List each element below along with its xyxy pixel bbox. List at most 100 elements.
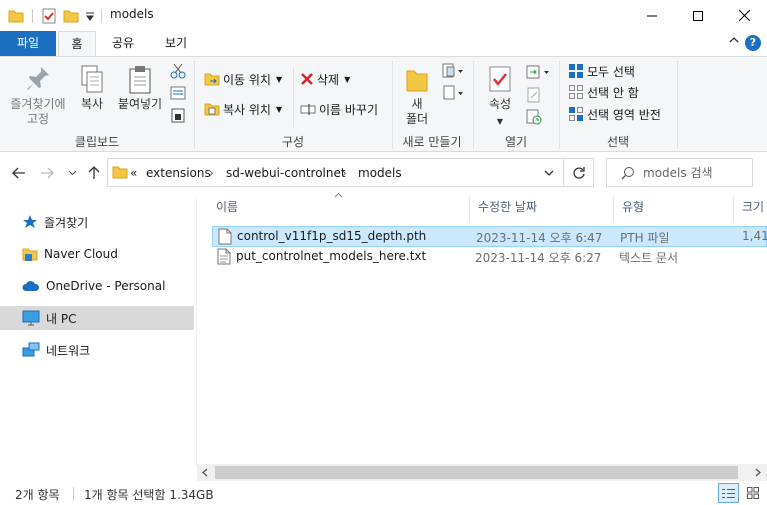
new-folder-icon <box>400 65 434 97</box>
tab-file[interactable]: 파일 <box>0 31 56 56</box>
rename-button[interactable]: 이름 바꾸기 <box>300 99 378 119</box>
large-icons-view-icon <box>746 487 759 499</box>
group-label-clipboard: 클립보드 <box>74 135 120 149</box>
file-row[interactable]: control_v11f1p_sd15_depth.pth 2023-11-14… <box>212 226 767 247</box>
easy-access-icon[interactable] <box>442 85 464 101</box>
select-none-button[interactable]: 선택 안 함 <box>568 82 639 102</box>
pane-splitter[interactable] <box>196 196 197 466</box>
tab-share[interactable]: 공유 <box>104 31 142 56</box>
column-header-size[interactable]: 크기 <box>734 196 767 222</box>
dropdown-arrow-icon: ▼ <box>275 74 283 84</box>
breadcrumb-overflow[interactable]: « <box>130 166 137 180</box>
copy-to-icon <box>204 102 220 116</box>
properties-button[interactable]: 속성 ▼ <box>482 65 518 129</box>
breadcrumb-sd-webui-controlnet[interactable]: sd-webui-controlnet <box>226 166 346 180</box>
file-list: 이름 수정한 날짜 유형 크기 control_v11f1p_sd15_dept… <box>204 190 767 466</box>
pin-to-quick-access-button[interactable]: 즐겨찾기에 고정 <box>6 65 70 127</box>
paste-shortcut-icon[interactable] <box>170 107 186 123</box>
search-input[interactable] <box>643 165 743 180</box>
copy-path-icon[interactable] <box>170 86 186 100</box>
collapse-ribbon-icon[interactable] <box>729 36 739 44</box>
details-view-icon <box>722 488 735 499</box>
breadcrumb-extensions[interactable]: extensions <box>146 166 211 180</box>
move-to-icon <box>204 72 220 86</box>
scroll-left-icon[interactable] <box>202 468 208 477</box>
nav-item-quick-access[interactable]: 즐겨찾기 <box>0 210 194 234</box>
paste-icon <box>114 65 166 97</box>
details-view-button[interactable] <box>718 483 739 503</box>
tab-home[interactable]: 홈 <box>58 31 96 57</box>
back-button[interactable] <box>10 164 28 182</box>
file-name: put_controlnet_models_here.txt <box>236 249 427 263</box>
item-count: 2개 항목 <box>15 488 60 502</box>
window-title: models <box>110 7 154 21</box>
breadcrumb-separator-icon[interactable]: › <box>209 166 214 180</box>
search-box[interactable] <box>606 158 753 187</box>
folder-icon <box>112 165 128 179</box>
maximize-button[interactable] <box>675 0 721 31</box>
large-icons-view-button[interactable] <box>742 483 763 503</box>
status-divider <box>73 487 74 500</box>
new-folder-icon[interactable] <box>63 9 79 23</box>
open-icon[interactable] <box>526 65 550 79</box>
nav-item-this-pc[interactable]: 내 PC <box>0 306 194 330</box>
rename-icon <box>300 102 316 116</box>
minimize-button[interactable] <box>629 0 675 31</box>
group-label-new: 새로 만들기 <box>402 135 462 149</box>
breadcrumb-separator-icon[interactable]: › <box>342 166 347 180</box>
new-folder-button[interactable]: 새 폴더 <box>400 65 434 127</box>
close-button[interactable] <box>721 0 767 31</box>
breadcrumb-models[interactable]: models <box>358 166 402 180</box>
ribbon-separator <box>293 67 294 127</box>
cut-icon[interactable] <box>170 63 186 79</box>
invert-selection-button[interactable]: 선택 영역 반전 <box>568 104 661 124</box>
dropdown-arrow-icon: ▼ <box>344 74 351 84</box>
navigation-pane: 즐겨찾기 Naver Cloud OneDrive - Personal 내 P… <box>0 196 196 466</box>
address-bar[interactable]: « extensions › sd-webui-controlnet › mod… <box>107 158 564 187</box>
search-icon <box>621 166 635 180</box>
copy-to-button[interactable]: 복사 위치 ▼ <box>204 99 282 119</box>
address-dropdown-icon[interactable] <box>544 170 554 177</box>
forward-button[interactable] <box>38 164 56 182</box>
file-date: 2023-11-14 오후 6:47 <box>476 231 603 245</box>
new-item-icon[interactable] <box>442 63 464 79</box>
file-name: control_v11f1p_sd15_depth.pth <box>237 229 427 243</box>
tab-view[interactable]: 보기 <box>157 31 195 56</box>
horizontal-scrollbar[interactable] <box>197 464 767 481</box>
up-button[interactable] <box>85 164 103 182</box>
chevron-down-icon <box>68 170 77 176</box>
column-header-type[interactable]: 유형 <box>614 196 734 222</box>
arrow-left-icon <box>12 167 26 179</box>
file-size: 1,41 <box>742 229 767 243</box>
nav-item-naver-cloud[interactable]: Naver Cloud <box>0 242 194 266</box>
scrollbar-thumb[interactable] <box>215 466 738 479</box>
maximize-icon <box>693 10 703 21</box>
select-all-button[interactable]: 모두 선택 <box>568 61 635 81</box>
ribbon-tabs: 파일 홈 공유 보기 <box>0 31 767 57</box>
file-date: 2023-11-14 오후 6:27 <box>475 251 602 265</box>
copy-button[interactable]: 복사 <box>74 65 110 112</box>
delete-button[interactable]: 삭제 ▼ <box>300 69 350 89</box>
nav-item-network[interactable]: 네트워크 <box>0 338 194 362</box>
scroll-right-icon[interactable] <box>755 468 761 477</box>
column-header-date[interactable]: 수정한 날짜 <box>470 196 614 222</box>
refresh-button[interactable] <box>564 158 594 187</box>
move-to-button[interactable]: 이동 위치 ▼ <box>204 69 282 89</box>
paste-button[interactable]: 붙여넣기 <box>114 65 166 112</box>
edit-icon[interactable] <box>526 87 542 103</box>
column-header-name[interactable]: 이름 <box>208 196 470 222</box>
recent-locations-button[interactable] <box>63 164 81 182</box>
refresh-icon <box>572 166 586 180</box>
ribbon-home: 즐겨찾기에 고정 복사 붙여넣기 클립보드 이동 위치 ▼ 복사 위치 ▼ 삭제… <box>0 56 767 152</box>
file-row[interactable]: put_controlnet_models_here.txt 2023-11-1… <box>212 247 767 268</box>
nav-item-onedrive[interactable]: OneDrive - Personal <box>0 274 194 298</box>
pin-icon <box>6 65 70 97</box>
help-icon[interactable]: ? <box>745 35 761 51</box>
minimize-icon <box>647 11 657 21</box>
history-icon[interactable] <box>526 109 542 125</box>
network-icon <box>22 342 40 358</box>
customize-toolbar-icon[interactable] <box>85 11 95 21</box>
star-icon <box>22 214 38 230</box>
properties-icon[interactable] <box>41 8 57 24</box>
pc-icon <box>22 310 40 326</box>
